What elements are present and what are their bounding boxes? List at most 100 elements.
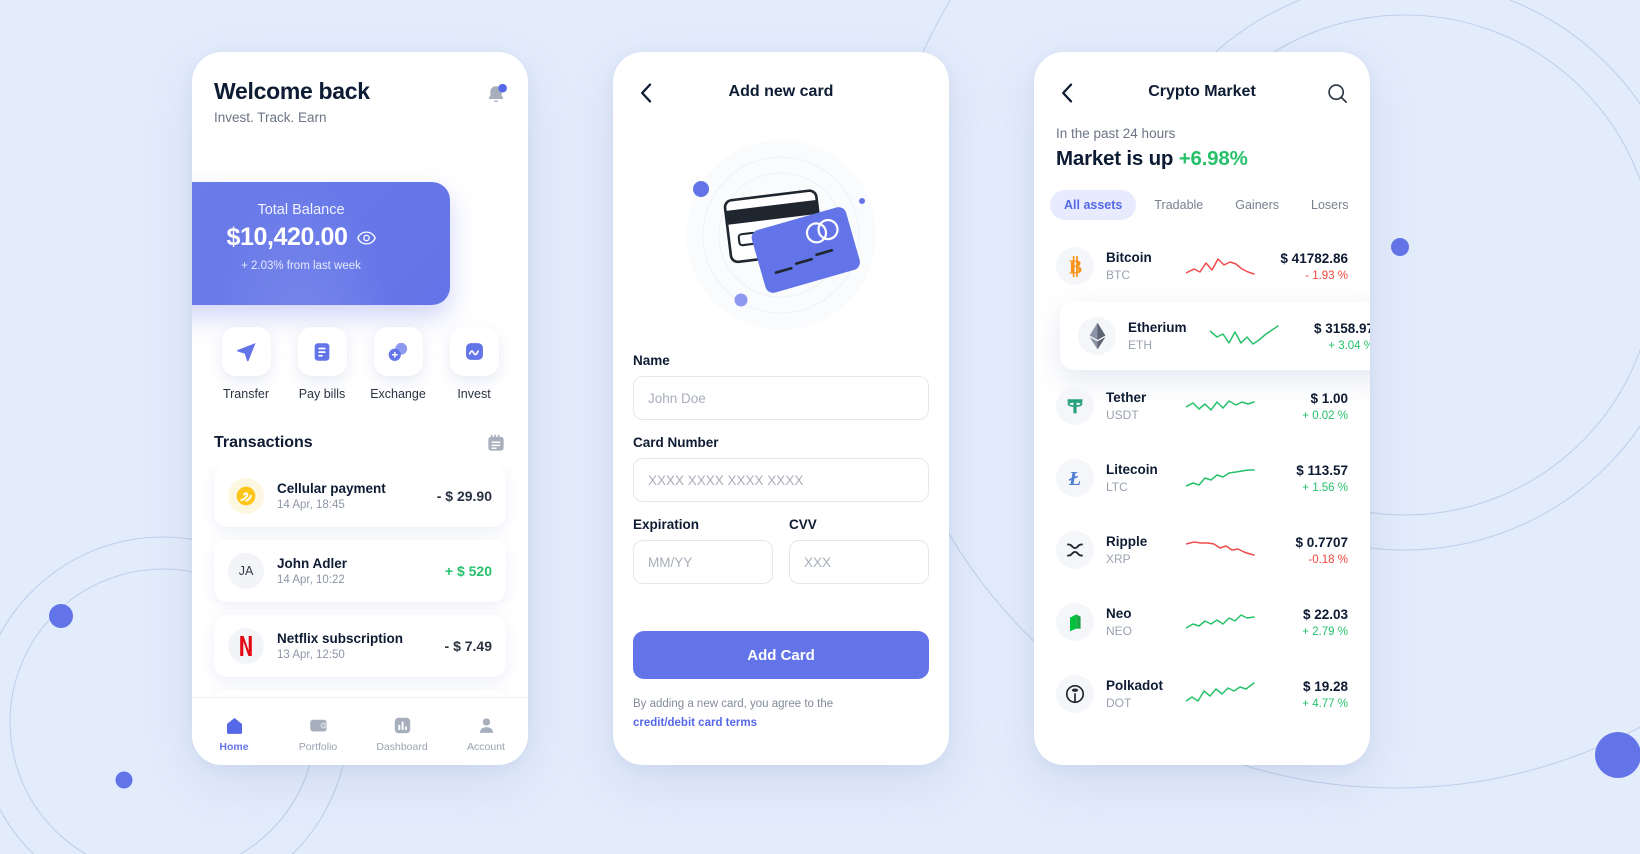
coin-icon-wrap: [1078, 317, 1116, 355]
coin-symbol: USDT: [1106, 408, 1139, 422]
home-icon: [226, 717, 242, 734]
neo-icon: [1070, 614, 1081, 632]
transaction-row[interactable]: Cellular payment 14 Apr, 18:45 - $ 29.90: [214, 465, 506, 527]
expiration-input[interactable]: [633, 540, 773, 584]
coin-symbol: NEO: [1106, 624, 1133, 638]
coin-change: - 1.93 %: [1305, 269, 1348, 282]
market-headline-prefix: Market is up: [1056, 147, 1179, 170]
crypto-row-tether[interactable]: Tether USDT $ 1.00 + 0.02 %: [1034, 370, 1370, 442]
phone-crypto-market-screen: Crypto Market In the past 24 hours Marke…: [1034, 52, 1370, 765]
quick-action-exchange[interactable]: Exchange: [369, 327, 427, 401]
page-title: Add new card: [728, 83, 834, 100]
coin-price: $ 113.57: [1296, 462, 1348, 478]
ripple-icon: [1067, 543, 1083, 557]
balance-label: Total Balance: [257, 202, 345, 218]
svg-text:B: B: [1068, 256, 1081, 278]
tab-home[interactable]: Home: [199, 715, 269, 753]
sparkline-bitcoin: [1182, 253, 1260, 279]
avatar-initials: JA: [228, 553, 264, 589]
terms-link[interactable]: credit/debit card terms: [633, 717, 757, 729]
tab-losers[interactable]: Losers: [1297, 190, 1363, 220]
quick-action-transfer[interactable]: Transfer: [217, 327, 275, 401]
search-icon: [1328, 84, 1347, 103]
calendar-icon[interactable]: [486, 433, 506, 453]
page-title: Welcome back: [214, 78, 370, 104]
bell-icon: [488, 83, 507, 103]
transaction-row[interactable]: Netflix subscription 13 Apr, 12:50 - $ 7…: [214, 615, 506, 677]
sparkline-polkadot: [1182, 681, 1260, 707]
tab-tradable[interactable]: Tradable: [1140, 190, 1217, 220]
search-button[interactable]: [1326, 82, 1350, 106]
quick-action-label: Invest: [457, 387, 491, 401]
avatar: [228, 628, 264, 664]
expiration-label: Expiration: [633, 517, 700, 532]
crypto-row-neo[interactable]: Neo NEO $ 22.03 + 2.79 %: [1034, 586, 1370, 658]
polkadot-icon: [1065, 684, 1085, 704]
market-headline: Market is up +6.98%: [1034, 147, 1370, 171]
name-label: Name: [633, 353, 670, 368]
coin-symbol: XRP: [1106, 552, 1131, 566]
crypto-row-bitcoin[interactable]: B Bitcoin BTC $ 41782.86 - 1.93 %: [1034, 230, 1370, 302]
quick-action-label: Pay bills: [298, 387, 346, 401]
market-period-label: In the past 24 hours: [1056, 126, 1176, 141]
chart-line-icon: [465, 343, 483, 360]
name-input[interactable]: [633, 376, 929, 420]
coin-change: + 4.77 %: [1302, 697, 1348, 710]
coin-change: + 1.56 %: [1302, 481, 1348, 494]
quick-action-label: Transfer: [222, 387, 270, 401]
tab-label: Portfolio: [298, 740, 338, 753]
wallet-icon: [309, 719, 327, 731]
tab-all-assets[interactable]: All assets: [1050, 190, 1137, 220]
balance-delta: + 2.03% from last week: [241, 260, 361, 272]
tab-dashboard[interactable]: Dashboard: [367, 715, 437, 753]
quick-action-pay-bills[interactable]: Pay bills: [293, 327, 351, 401]
tab-label: Home: [219, 740, 249, 753]
card-number-input[interactable]: [633, 458, 929, 502]
coin-price: $ 0.7707: [1295, 534, 1348, 550]
tether-icon: [1067, 399, 1083, 414]
screenshot-canvas: Welcome back Invest. Track. Earn Total B…: [0, 0, 1640, 854]
market-filter-tabs: All assets Tradable Gainers Losers: [1034, 190, 1370, 220]
coin-name: Etherium: [1128, 320, 1187, 335]
sparkline-neo: [1182, 609, 1260, 635]
coin-name: Neo: [1106, 606, 1132, 621]
page-subtitle: Invest. Track. Earn: [214, 110, 327, 125]
terms-sentence: By adding a new card, you agree to the: [633, 698, 834, 711]
sparkline-etherium: [1204, 323, 1286, 349]
transaction-name: Netflix subscription: [277, 631, 404, 646]
card-number-label: Card Number: [633, 435, 719, 450]
total-balance-card: Total Balance $10,420.00 + 2.03% from la…: [192, 182, 450, 305]
add-card-navbar: Add new card: [613, 52, 949, 134]
coin-price: $ 1.00: [1310, 390, 1348, 406]
transaction-row[interactable]: JA John Adler 14 Apr, 10:22 + $ 520: [214, 540, 506, 602]
coin-icon-wrap: B: [1056, 247, 1094, 285]
market-change-pct: +6.98%: [1178, 147, 1248, 170]
cvv-input[interactable]: [789, 540, 929, 584]
tab-account[interactable]: Account: [451, 715, 521, 753]
sparkline-litecoin: [1182, 465, 1260, 491]
market-navbar: Crypto Market: [1034, 52, 1370, 126]
crypto-row-litecoin[interactable]: L Litecoin LTC $ 113.57 + 1.56 %: [1034, 442, 1370, 514]
turkcell-logo-icon: [236, 486, 256, 506]
avatar: [228, 478, 264, 514]
netflix-logo-icon: [240, 636, 252, 656]
crypto-row-polkadot[interactable]: Polkadot DOT $ 19.28 + 4.77 %: [1034, 658, 1370, 730]
coins-icon: [388, 342, 408, 361]
crypto-row-etherium[interactable]: Etherium ETH $ 3158.97 + 3.04 %: [1060, 302, 1370, 370]
notification-bell-button[interactable]: [484, 82, 508, 108]
transaction-date: 14 Apr, 18:45: [277, 499, 345, 511]
eye-icon[interactable]: [356, 230, 376, 245]
transaction-name: Cellular payment: [277, 481, 386, 496]
credit-cards-illustration: [613, 134, 949, 339]
quick-action-invest[interactable]: Invest: [445, 327, 503, 401]
tab-portfolio[interactable]: Portfolio: [283, 715, 353, 753]
name-field-block: Name: [633, 353, 929, 420]
transaction-name: John Adler: [277, 556, 348, 571]
crypto-list: B Bitcoin BTC $ 41782.86 - 1.93 % Etheri…: [1034, 230, 1370, 730]
add-card-button[interactable]: Add Card: [633, 631, 929, 679]
crypto-row-ripple[interactable]: Ripple XRP $ 0.7707 -0.18 %: [1034, 514, 1370, 586]
tab-gainers[interactable]: Gainers: [1221, 190, 1293, 220]
home-header: Welcome back Invest. Track. Earn: [192, 52, 528, 125]
expiration-field-block: Expiration: [633, 517, 773, 584]
page-title: Crypto Market: [1148, 83, 1256, 100]
